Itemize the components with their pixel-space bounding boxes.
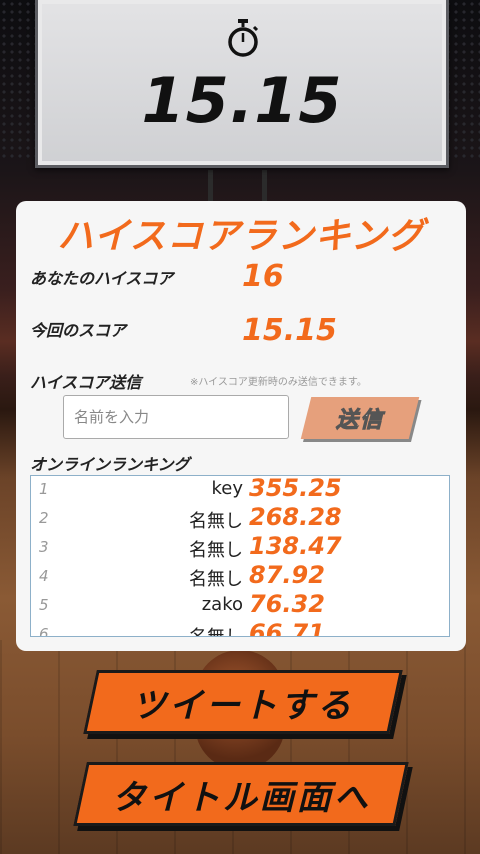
- player-score: 76.32: [249, 590, 325, 618]
- title-screen-button[interactable]: タイトル画面へ: [73, 762, 409, 826]
- table-row: 3 名無し 138.47: [31, 532, 449, 563]
- rank-number: 4: [39, 567, 49, 585]
- scoreboard: 15.15: [35, 0, 449, 168]
- table-row: 5 zako 76.32: [31, 590, 449, 621]
- player-name: zako: [201, 594, 243, 615]
- title-screen-button-label: タイトル画面へ: [111, 777, 371, 818]
- timer-display: 15.15: [141, 64, 343, 137]
- table-row: 4 名無し 87.92: [31, 561, 449, 592]
- rank-number: 6: [39, 625, 49, 637]
- rank-number: 2: [39, 509, 49, 527]
- player-name: 名無し: [189, 623, 243, 636]
- rank-number: 1: [39, 480, 49, 498]
- table-row: 2 名無し 268.28: [31, 503, 449, 534]
- tweet-button-label: ツイートする: [132, 685, 354, 726]
- table-row: 1 key 355.25: [31, 476, 449, 505]
- this-score-label: 今回のスコア: [30, 321, 127, 340]
- send-button-label: 送信: [335, 408, 384, 434]
- player-score: 138.47: [249, 532, 342, 560]
- tweet-button[interactable]: ツイートする: [83, 670, 403, 734]
- your-highscore-label: あなたのハイスコア: [30, 269, 174, 288]
- name-input[interactable]: [63, 395, 289, 439]
- player-name: key: [211, 478, 243, 499]
- this-score-value: 15.15: [242, 313, 337, 348]
- player-name: 名無し: [189, 569, 243, 590]
- online-ranking-label: オンラインランキング: [30, 455, 190, 474]
- stopwatch-icon: [228, 19, 259, 57]
- panel-title: ハイスコアランキング: [57, 216, 425, 257]
- rank-number: 3: [39, 538, 49, 556]
- player-score: 355.25: [249, 475, 342, 502]
- rank-number: 5: [39, 596, 49, 614]
- send-button[interactable]: 送信: [300, 397, 420, 439]
- ranking-list[interactable]: 1 key 355.25 2 名無し 268.28 3 名無し 138.47 4…: [30, 475, 450, 637]
- your-highscore-value: 16: [242, 259, 284, 294]
- table-row: 6 名無し 66.71: [31, 619, 449, 637]
- player-score: 66.71: [249, 619, 325, 637]
- ranking-panel: ハイスコアランキング あなたのハイスコア 16 今回のスコア 15.15 ハイス…: [16, 201, 466, 651]
- player-name: 名無し: [189, 511, 243, 532]
- player-score: 268.28: [249, 503, 342, 531]
- send-highscore-label: ハイスコア送信: [30, 373, 142, 392]
- send-note: ※ハイスコア更新時のみ送信できます。: [190, 377, 367, 388]
- player-score: 87.92: [249, 561, 325, 589]
- player-name: 名無し: [189, 540, 243, 561]
